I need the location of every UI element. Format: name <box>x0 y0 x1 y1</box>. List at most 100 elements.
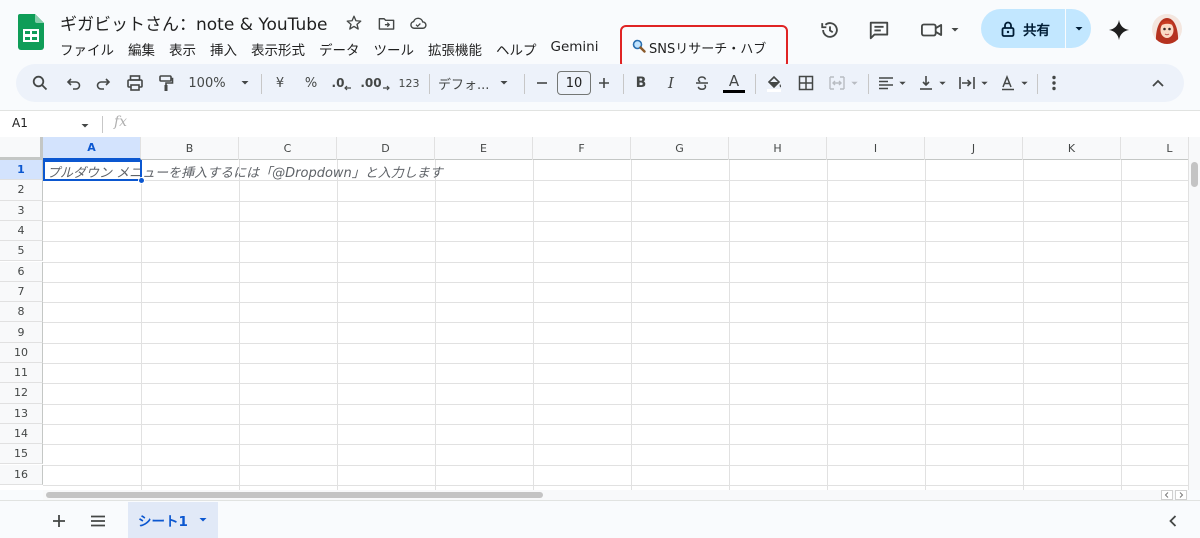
share-button[interactable]: 共有 <box>981 9 1091 48</box>
scroll-left-icon[interactable] <box>1161 490 1173 500</box>
explore-collapse-icon[interactable] <box>1162 510 1184 532</box>
horizontal-scroll-thumb[interactable] <box>46 492 543 498</box>
row-header-6[interactable]: 6 <box>0 261 43 282</box>
add-sheet-icon[interactable] <box>48 510 70 532</box>
horizontal-scrollbar[interactable] <box>43 490 1188 500</box>
column-header-b[interactable]: B <box>141 137 239 160</box>
cloud-saved-icon[interactable] <box>407 12 429 34</box>
select-all-corner[interactable] <box>0 137 43 160</box>
row-header-9[interactable]: 9 <box>0 322 43 343</box>
decrease-decimal-button[interactable]: .0 <box>329 64 355 102</box>
horizontal-align-button[interactable] <box>874 64 910 102</box>
column-header-c[interactable]: C <box>239 137 337 160</box>
redo-icon[interactable] <box>91 64 115 102</box>
column-header-l[interactable]: L <box>1121 137 1188 160</box>
collapse-toolbar-icon[interactable] <box>1146 64 1170 102</box>
decrease-font-size-button[interactable] <box>531 64 553 102</box>
menu-tools[interactable]: ツール <box>367 36 422 62</box>
percent-format-button[interactable]: % <box>299 64 323 102</box>
minus-icon <box>537 82 547 84</box>
star-icon[interactable] <box>343 12 365 34</box>
merge-cells-button[interactable] <box>824 64 862 102</box>
increase-font-size-button[interactable] <box>593 64 615 102</box>
increase-decimal-button[interactable]: .00 <box>360 64 390 102</box>
scroll-right-icon[interactable] <box>1175 490 1187 500</box>
menu-extensions[interactable]: 拡張機能 <box>421 36 489 62</box>
undo-icon[interactable] <box>62 64 86 102</box>
menu-help[interactable]: ヘルプ <box>489 36 544 62</box>
spreadsheet-grid[interactable]: A B C D E F G H I J K L 1 2 3 4 5 6 7 8 … <box>0 137 1188 490</box>
print-icon[interactable] <box>123 64 147 102</box>
meet-call-button[interactable] <box>917 10 963 50</box>
column-header-j[interactable]: J <box>925 137 1023 160</box>
selected-cell-a1[interactable] <box>43 160 142 181</box>
font-select[interactable]: デフォ... <box>436 64 514 102</box>
version-history-icon[interactable] <box>817 10 843 50</box>
column-header-k[interactable]: K <box>1023 137 1121 160</box>
column-header-g[interactable]: G <box>631 137 729 160</box>
row-header-12[interactable]: 12 <box>0 383 43 404</box>
cell-area[interactable]: プルダウン メニューを挿入するには「@Dropdown」と入力します <box>43 160 1188 490</box>
row-header-4[interactable]: 4 <box>0 220 43 242</box>
font-size-input[interactable]: 10 <box>557 71 591 95</box>
name-box[interactable]: A1 <box>12 116 28 130</box>
more-formats-button[interactable]: 123 <box>394 64 424 102</box>
currency-format-button[interactable]: ¥ <box>268 64 292 102</box>
sns-menu-label: SNSリサーチ・ハブ <box>649 42 767 57</box>
all-sheets-icon[interactable] <box>87 510 109 532</box>
text-rotation-button[interactable] <box>996 64 1032 102</box>
row-header-16[interactable]: 16 <box>0 464 43 485</box>
row-header-5[interactable]: 5 <box>0 241 43 262</box>
row-header-8[interactable]: 8 <box>0 302 43 323</box>
search-menus-icon[interactable] <box>28 64 52 102</box>
text-color-button[interactable]: A <box>721 64 747 102</box>
more-options-icon[interactable] <box>1044 64 1064 102</box>
fill-color-icon[interactable] <box>762 64 786 102</box>
row-header-7[interactable]: 7 <box>0 281 43 303</box>
zoom-select[interactable]: 100% <box>186 64 252 102</box>
column-header-i[interactable]: I <box>827 137 925 160</box>
menu-sns-research-hub[interactable]: SNSリサーチ・ハブ <box>632 38 766 57</box>
bold-button[interactable]: B <box>630 64 652 102</box>
row-header-13[interactable]: 13 <box>0 403 43 424</box>
menu-insert[interactable]: 挿入 <box>203 36 244 62</box>
row-header-3[interactable]: 3 <box>0 200 43 221</box>
vertical-scrollbar[interactable] <box>1188 137 1200 490</box>
paint-format-icon[interactable] <box>154 64 178 102</box>
vertical-scroll-thumb[interactable] <box>1191 162 1198 187</box>
menu-format[interactable]: 表示形式 <box>244 36 312 62</box>
row-header-10[interactable]: 10 <box>0 342 43 363</box>
chevron-down-icon[interactable] <box>80 116 90 135</box>
column-header-f[interactable]: F <box>533 137 631 160</box>
row-header-14[interactable]: 14 <box>0 423 43 445</box>
menu-gemini[interactable]: Gemini <box>544 36 606 62</box>
menu-edit[interactable]: 編集 <box>121 36 162 62</box>
column-header-e[interactable]: E <box>435 137 533 160</box>
vertical-align-button[interactable] <box>914 64 950 102</box>
row-header-2[interactable]: 2 <box>0 180 43 201</box>
sheet-tab-active[interactable]: シート1 <box>128 502 218 538</box>
move-folder-icon[interactable] <box>375 12 397 34</box>
column-header-d[interactable]: D <box>337 137 435 160</box>
gemini-spark-icon[interactable] <box>1106 10 1132 50</box>
row-header-1[interactable]: 1 <box>0 160 43 181</box>
borders-icon[interactable] <box>794 64 818 102</box>
fill-handle[interactable] <box>138 177 145 184</box>
menu-view[interactable]: 表示 <box>162 36 203 62</box>
share-label: 共有 <box>1023 22 1050 39</box>
menu-data[interactable]: データ <box>312 36 367 62</box>
user-avatar[interactable] <box>1152 14 1182 44</box>
row-header-15[interactable]: 15 <box>0 444 43 465</box>
share-dropdown-button[interactable] <box>1066 24 1091 34</box>
strikethrough-icon[interactable] <box>690 64 714 102</box>
row-header-11[interactable]: 11 <box>0 363 43 384</box>
italic-button[interactable]: I <box>660 64 682 102</box>
comments-icon[interactable] <box>866 10 892 50</box>
text-wrapping-button[interactable] <box>954 64 992 102</box>
column-header-h[interactable]: H <box>729 137 827 160</box>
column-header-a[interactable]: A <box>43 137 141 160</box>
sheets-logo-icon[interactable] <box>18 14 44 50</box>
document-title[interactable]: ギガビットさん：note & YouTube <box>60 10 328 35</box>
align-left-icon <box>878 77 893 90</box>
menu-file[interactable]: ファイル <box>53 36 121 62</box>
